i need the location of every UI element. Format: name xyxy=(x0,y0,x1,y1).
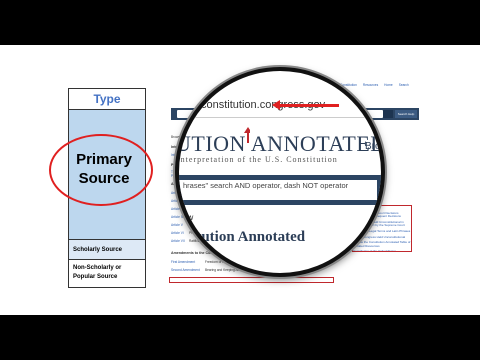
scholarly-source-cell: Scholarly Source xyxy=(69,240,145,260)
first-amendment-highlight-box xyxy=(169,277,334,283)
site-subtitle: Interpretation of the U.S. Constitution xyxy=(177,155,338,164)
primary-source-label: Primary Source xyxy=(76,151,132,187)
search-help-button[interactable]: Search Help xyxy=(395,110,417,118)
nav-home[interactable]: Home xyxy=(384,83,393,87)
magnifier-lens: constitution.congress.gov UTION ANNOTATE… xyxy=(175,67,385,277)
primary-source-cell: Primary Source xyxy=(49,110,153,240)
page-title: nstitution Annotated xyxy=(175,229,306,245)
search-placeholder: hrases" search AND operator, dash NOT op… xyxy=(183,181,349,190)
preamble-heading-magnified: Preamble to the Co xyxy=(175,265,239,272)
type-header: Type xyxy=(69,89,145,110)
slide: Type Primary Source Scholarly Source Non… xyxy=(0,45,480,315)
amendment-link[interactable]: First Amendment xyxy=(171,260,205,264)
site-logo: UTION ANNOTATED xyxy=(175,131,385,156)
cursor-icon xyxy=(244,127,250,143)
nav-resources[interactable]: Resources xyxy=(363,83,378,87)
intro-heading-magnified: Introduc xyxy=(175,249,201,256)
divider xyxy=(179,117,381,118)
article-link[interactable]: Article V xyxy=(171,223,189,227)
magnified-search-bar: hrases" search AND operator, dash NOT op… xyxy=(179,175,381,205)
red-arrow-annotation xyxy=(272,100,339,110)
nav-search[interactable]: Search xyxy=(399,83,409,87)
non-scholarly-source-cell: Non-Scholarly or Popular Source xyxy=(69,260,145,287)
source-type-table: Type Primary Source Scholarly Source Non… xyxy=(49,88,153,288)
top-nav: U.S. Constitution Resources Home Search xyxy=(333,83,409,87)
search-icon[interactable] xyxy=(383,110,393,118)
